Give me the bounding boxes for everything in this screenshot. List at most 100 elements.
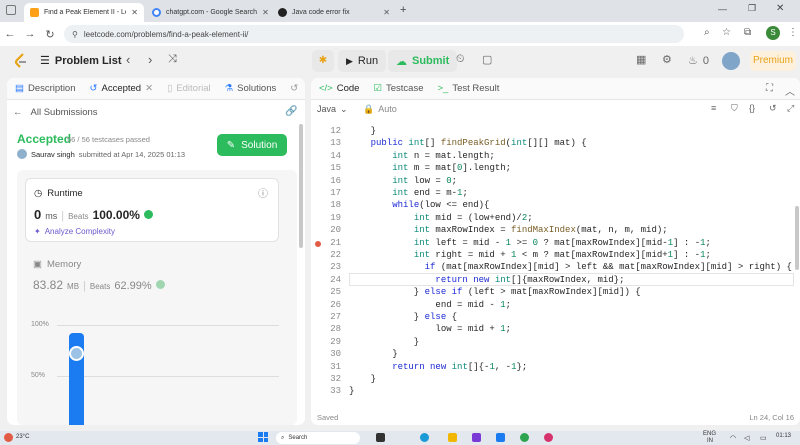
folder-icon[interactable]: [448, 433, 457, 442]
weather-icon: [4, 433, 13, 442]
memory-card[interactable]: ▣ Memory 83.82 MB | Beats 62.99%: [25, 250, 279, 300]
submitter-name[interactable]: Saurav singh: [31, 150, 75, 159]
user-avatar[interactable]: [722, 52, 740, 70]
braces-icon[interactable]: {}: [749, 103, 755, 113]
language-indicator[interactable]: ENG: [703, 431, 716, 437]
settings-gear-icon[interactable]: ⚙: [662, 53, 672, 66]
maximize-button[interactable]: ❐: [748, 3, 756, 14]
bookmark-icon[interactable]: ⛉: [731, 103, 738, 114]
prev-problem-icon[interactable]: ‹: [126, 52, 130, 67]
shuffle-icon[interactable]: ⤨: [168, 53, 177, 66]
notes-icon[interactable]: ▢: [482, 53, 492, 66]
reload-icon[interactable]: ↻: [40, 28, 60, 41]
extensions-icon[interactable]: ⧉: [744, 27, 751, 38]
auto-mode[interactable]: 🔒 Auto: [363, 104, 397, 115]
analyze-complexity-link[interactable]: ✦ Analyze Complexity: [34, 227, 115, 236]
bookmark-star-icon[interactable]: ☆: [722, 27, 731, 38]
fullscreen-icon[interactable]: ⤢: [787, 103, 794, 114]
tab-label: Testcase: [386, 83, 424, 94]
volume-icon[interactable]: ◁: [744, 434, 749, 442]
history-tab-icon[interactable]: ↺: [290, 83, 298, 94]
forward-icon[interactable]: →: [20, 28, 40, 40]
browser-tab-leetcode[interactable]: Find a Peak Element II - LeetCo ✕: [24, 3, 144, 22]
tab-accepted[interactable]: ↺ Accepted ✕: [90, 83, 154, 94]
beats-badge-icon: [143, 210, 153, 219]
solution-button[interactable]: ✎ Solution: [217, 134, 287, 156]
tab-test-result[interactable]: >_ Test Result: [438, 83, 500, 94]
close-icon[interactable]: ✕: [145, 83, 153, 94]
back-icon[interactable]: ←: [0, 28, 20, 40]
collapse-icon[interactable]: ︿: [785, 83, 795, 98]
tab-code[interactable]: </> Code: [319, 83, 359, 94]
language-select[interactable]: Java ⌄: [317, 104, 348, 115]
runtime-distribution-chart: 100% 50%: [17, 310, 297, 425]
line-number: 26: [330, 299, 341, 310]
next-problem-icon[interactable]: ›: [148, 52, 152, 67]
language-value: Java: [317, 104, 337, 114]
browser-tab-chatgpt[interactable]: Java code error fix ✕: [272, 3, 396, 22]
code-line: }: [349, 349, 398, 360]
editor-scrollbar-thumb[interactable]: [795, 206, 799, 270]
run-label: Run: [357, 55, 379, 67]
code-line: low = mid + 1;: [349, 324, 512, 335]
menu-icon[interactable]: ⋮: [788, 27, 798, 38]
submit-button[interactable]: ☁ Submit: [388, 50, 458, 72]
list-icon: ☰: [40, 55, 50, 67]
windows-start-icon[interactable]: [258, 432, 268, 442]
app-icon[interactable]: [496, 433, 505, 442]
leetcode-logo-icon[interactable]: [14, 53, 28, 69]
clock-time[interactable]: 01:13: [776, 433, 791, 439]
code-line: } else {: [349, 312, 458, 322]
close-icon[interactable]: ✕: [131, 8, 138, 17]
back-to-submissions[interactable]: ← All Submissions: [13, 107, 98, 118]
beats-label: Beats: [68, 212, 89, 221]
code-line: return new int[]{-1, -1};: [392, 361, 528, 372]
chrome-icon[interactable]: [520, 433, 529, 442]
editor-toolbar: Java ⌄ 🔒 Auto ≡ ⛉ {} ↺ ⤢: [311, 100, 800, 120]
tab-solutions[interactable]: ⚗ Solutions: [225, 83, 277, 94]
layout-icon[interactable]: ▦: [636, 53, 646, 66]
tab-testcase[interactable]: ☑ Testcase: [373, 83, 423, 94]
new-tab-button[interactable]: +: [400, 4, 406, 16]
memory-unit: MB: [67, 282, 80, 291]
close-icon[interactable]: ✕: [383, 8, 390, 17]
tab-overview-icon[interactable]: [6, 5, 16, 15]
reset-icon[interactable]: ↺: [769, 103, 777, 114]
format-icon[interactable]: ≡: [711, 103, 716, 113]
app-icon[interactable]: [544, 433, 553, 442]
edge-icon[interactable]: [420, 433, 429, 442]
debug-icon[interactable]: ✱: [312, 50, 334, 72]
streak-counter[interactable]: ♨ 0: [688, 54, 709, 68]
app-icon[interactable]: [472, 433, 481, 442]
site-info-icon[interactable]: ⚲: [72, 30, 78, 39]
tab-editorial[interactable]: ▯ Editorial: [167, 83, 211, 94]
scrollbar-thumb[interactable]: [299, 124, 303, 248]
browser-tab-google[interactable]: chatgpt.com - Google Search ✕: [146, 3, 270, 22]
info-icon[interactable]: ⓘ: [258, 185, 268, 200]
close-icon[interactable]: ✕: [262, 8, 269, 17]
search-icon[interactable]: ⌕: [704, 27, 710, 38]
link-icon[interactable]: 🔗: [285, 106, 297, 117]
profile-avatar[interactable]: S: [766, 26, 780, 40]
problem-list-button[interactable]: ☰ Problem List: [40, 54, 122, 68]
code-editor[interactable]: 12 } 13 public int[] findPeakGrid(int[][]…: [311, 122, 800, 410]
user-avatar-marker: [69, 346, 84, 361]
tab-label: Accepted: [101, 83, 142, 94]
url-field[interactable]: ⚲ leetcode.com/problems/find-a-peak-elem…: [64, 25, 684, 43]
runtime-card[interactable]: ◷ Runtime ⓘ 0 ms | Beats 100.00% ✦ Analy…: [25, 178, 279, 242]
breakpoint-icon[interactable]: [315, 241, 321, 247]
timer-icon[interactable]: ⏲: [456, 53, 465, 66]
maximize-icon[interactable]: ⛶: [766, 83, 773, 94]
battery-icon[interactable]: ▭: [760, 434, 767, 442]
premium-button[interactable]: Premium: [750, 51, 796, 71]
run-button[interactable]: ▶ Run: [338, 50, 387, 72]
close-window-button[interactable]: ✕: [776, 3, 784, 14]
line-number: 15: [330, 163, 341, 174]
weather-temp[interactable]: 23°C: [16, 434, 29, 440]
tab-description[interactable]: ▤ Description: [15, 83, 76, 94]
taskbar-search[interactable]: ⌕ Search: [276, 432, 360, 444]
minimize-button[interactable]: —: [718, 4, 727, 14]
tab-label: Editorial: [176, 83, 211, 94]
app-icon[interactable]: [376, 433, 385, 442]
wifi-icon[interactable]: ◠: [730, 434, 736, 442]
